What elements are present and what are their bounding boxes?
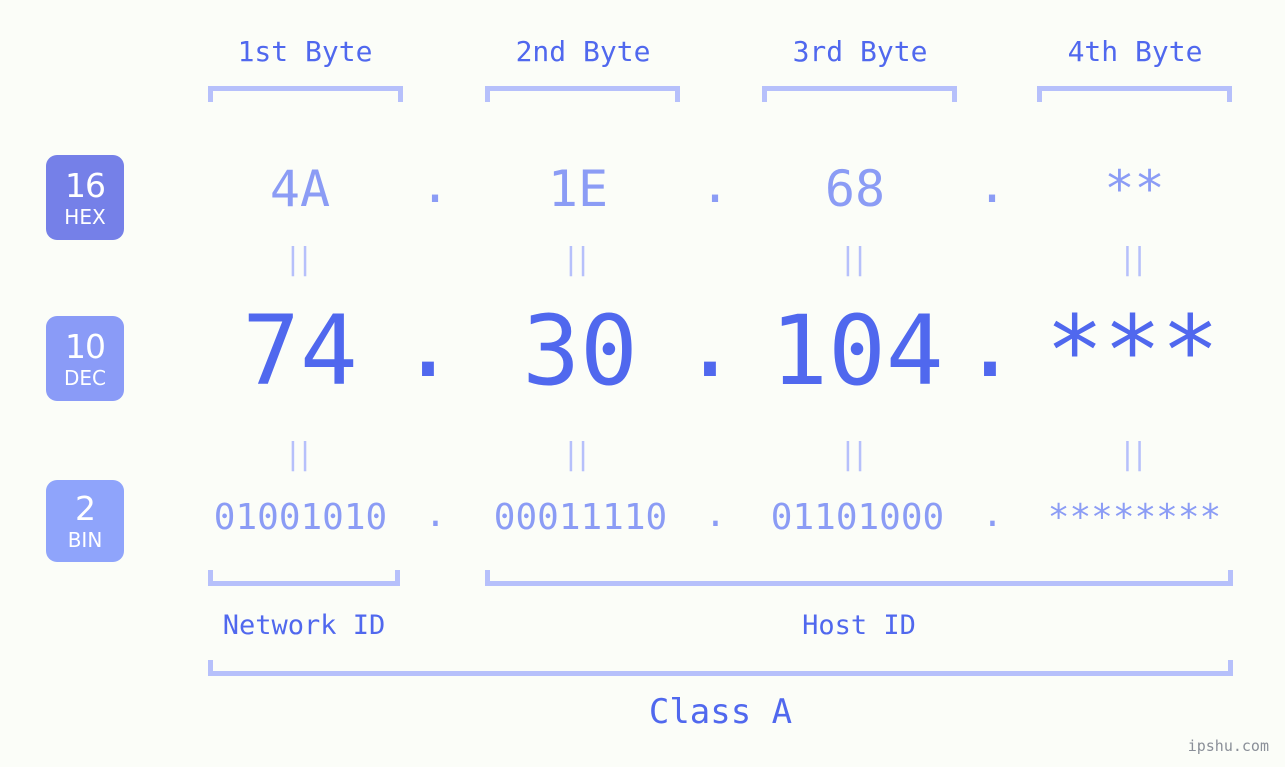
dec-byte-2: 30 <box>522 295 638 407</box>
hex-separator-2: . <box>699 156 731 214</box>
hex-byte-2: 1E <box>547 160 609 218</box>
byte-bracket-3 <box>762 86 957 102</box>
network-id-label: Network ID <box>222 610 386 641</box>
class-label: Class A <box>648 692 793 732</box>
hex-byte-4-masked: ** <box>1104 160 1165 218</box>
bin-separator-3: . <box>981 494 1004 535</box>
base-badge-bin: 2 BIN <box>46 480 124 562</box>
ip-breakdown-diagram: 1st Byte 2nd Byte 3rd Byte 4th Byte 16 H… <box>0 0 1285 767</box>
bin-separator-1: . <box>424 494 447 535</box>
equivalence-mark-dec-bin-2: || <box>565 437 591 472</box>
byte-bracket-1 <box>208 86 403 102</box>
byte-bracket-4 <box>1037 86 1232 102</box>
bin-byte-2: 00011110 <box>493 497 668 538</box>
equivalence-mark-dec-bin-4: || <box>1122 437 1147 472</box>
equivalence-mark-hex-dec-2: || <box>565 242 591 277</box>
dec-byte-3: 104 <box>770 295 944 407</box>
class-bracket <box>208 660 1233 676</box>
dec-byte-4-masked: *** <box>1045 295 1220 407</box>
hex-separator-3: . <box>976 156 1008 214</box>
dec-byte-1: 74 <box>242 295 358 407</box>
base-badge-dec-name: DEC <box>63 365 106 390</box>
base-badge-dec-number: 10 <box>65 326 106 366</box>
network-id-bracket <box>208 570 400 586</box>
equivalence-mark-dec-bin-3: || <box>842 437 868 472</box>
equivalence-mark-hex-dec-4: || <box>1122 242 1147 277</box>
hex-byte-1: 4A <box>269 160 331 218</box>
equivalence-mark-hex-dec-3: || <box>842 242 868 277</box>
host-id-label: Host ID <box>802 610 916 641</box>
bin-separator-2: . <box>704 494 727 535</box>
byte-header-4: 4th Byte <box>1067 35 1203 68</box>
dec-separator-2: . <box>681 287 739 399</box>
base-badge-hex-name: HEX <box>64 204 106 229</box>
equivalence-mark-dec-bin-1: || <box>287 437 313 472</box>
host-id-bracket <box>485 570 1233 586</box>
byte-header-2: 2nd Byte <box>515 35 651 68</box>
base-badge-bin-name: BIN <box>67 528 103 552</box>
dec-separator-1: . <box>399 287 457 399</box>
equivalence-mark-hex-dec-1: || <box>287 242 313 277</box>
byte-bracket-2 <box>485 86 680 102</box>
hex-separator-1: . <box>419 156 451 214</box>
byte-header-3: 3rd Byte <box>792 35 928 68</box>
site-watermark: ipshu.com <box>1187 737 1269 755</box>
dec-separator-3: . <box>961 287 1019 399</box>
base-badge-bin-number: 2 <box>75 489 96 528</box>
base-badge-hex: 16 HEX <box>46 155 124 240</box>
base-badge-hex-number: 16 <box>65 165 106 205</box>
bin-byte-3: 01101000 <box>770 497 945 538</box>
byte-header-1: 1st Byte <box>237 35 373 68</box>
base-badge-dec: 10 DEC <box>46 316 124 401</box>
bin-byte-4-masked: ******** <box>1047 497 1222 538</box>
bin-byte-1: 01001010 <box>213 497 388 538</box>
hex-byte-3: 68 <box>824 160 886 218</box>
